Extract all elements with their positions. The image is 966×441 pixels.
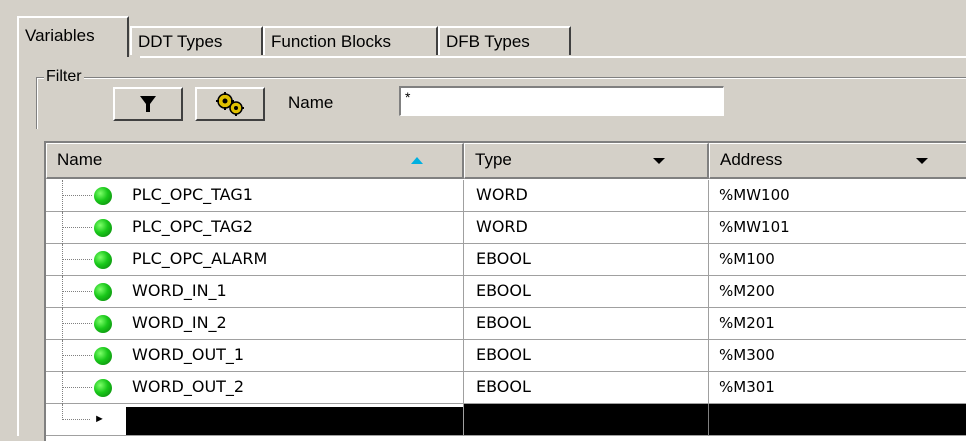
window-top-border [0, 0, 966, 6]
variable-name: PLC_OPC_TAG2 [132, 217, 253, 236]
table-row[interactable]: WORD_OUT_2 EBOOL %M301 [46, 372, 966, 404]
tree-line [62, 372, 63, 404]
cell-type[interactable]: EBOOL [464, 276, 709, 308]
tree-line [62, 323, 92, 324]
table-row[interactable]: PLC_OPC_TAG2 WORD %MW101 [46, 212, 966, 244]
tree-line [62, 355, 92, 356]
cell-type[interactable]: EBOOL [464, 244, 709, 276]
cell-name[interactable]: PLC_OPC_TAG1 [46, 180, 464, 212]
status-ok-icon [94, 379, 112, 397]
tree-line [62, 227, 92, 228]
variable-name: WORD_OUT_2 [132, 377, 245, 396]
table-row[interactable]: WORD_OUT_1 EBOOL %M300 [46, 340, 966, 372]
tree-line [62, 244, 63, 276]
new-cell-name[interactable]: ► [46, 404, 464, 436]
cell-address[interactable]: %M201 [709, 308, 966, 340]
cell-address[interactable]: %MW101 [709, 212, 966, 244]
sort-ascending-icon [411, 157, 423, 164]
cell-name[interactable]: PLC_OPC_ALARM [46, 244, 464, 276]
tab-panel-left-edge [17, 56, 19, 436]
new-name-editor[interactable] [126, 407, 463, 435]
funnel-icon [140, 96, 156, 112]
variable-name: WORD_IN_2 [132, 313, 227, 332]
tree-line [62, 308, 63, 340]
table-row[interactable]: PLC_OPC_TAG1 WORD %MW100 [46, 180, 966, 212]
tree-line [62, 180, 63, 212]
cell-name[interactable]: WORD_IN_1 [46, 276, 464, 308]
tree-line [62, 212, 63, 244]
cell-address[interactable]: %M300 [709, 340, 966, 372]
cell-name[interactable]: PLC_OPC_TAG2 [46, 212, 464, 244]
cell-type[interactable]: EBOOL [464, 372, 709, 404]
dropdown-arrow-icon[interactable] [915, 157, 929, 165]
cell-address[interactable]: %M100 [709, 244, 966, 276]
new-variable-row[interactable]: ► [46, 404, 966, 436]
cell-name[interactable]: WORD_OUT_2 [46, 372, 464, 404]
tree-line [62, 340, 63, 372]
variable-name: PLC_OPC_ALARM [132, 249, 268, 268]
tree-line [62, 259, 92, 260]
cell-type[interactable]: EBOOL [464, 308, 709, 340]
new-cell-type[interactable] [464, 404, 709, 436]
name-filter-label: Name [288, 93, 334, 112]
tree-line [62, 419, 90, 420]
tree-line [62, 291, 92, 292]
cell-address[interactable]: %M301 [709, 372, 966, 404]
cell-type[interactable]: EBOOL [464, 340, 709, 372]
status-ok-icon [94, 219, 112, 237]
status-ok-icon [94, 283, 112, 301]
variable-name: WORD_OUT_1 [132, 345, 245, 364]
status-ok-icon [94, 315, 112, 333]
variable-name: PLC_OPC_TAG1 [132, 185, 253, 204]
tab-dfb-types[interactable]: DFB Types [438, 26, 571, 55]
tree-line [62, 195, 92, 196]
tab-variables[interactable]: Variables [17, 16, 129, 57]
gear-icon [216, 92, 244, 116]
cell-type[interactable]: WORD [464, 180, 709, 212]
row-pointer-icon: ► [94, 413, 105, 425]
table-row[interactable]: WORD_IN_1 EBOOL %M200 [46, 276, 966, 308]
apply-filter-button[interactable] [113, 87, 183, 121]
tree-line [62, 387, 92, 388]
column-header-type[interactable]: Type [464, 143, 709, 179]
status-ok-icon [94, 251, 112, 269]
tab-function-blocks[interactable]: Function Blocks [263, 26, 438, 55]
tab-panel-edge [140, 56, 966, 58]
cell-address[interactable]: %M200 [709, 276, 966, 308]
tab-ddt-types[interactable]: DDT Types [130, 26, 263, 55]
name-filter-input[interactable] [399, 86, 724, 116]
dropdown-arrow-icon[interactable] [652, 157, 666, 165]
new-cell-address[interactable] [709, 404, 966, 436]
variable-name: WORD_IN_1 [132, 281, 227, 300]
status-ok-icon [94, 347, 112, 365]
table-row[interactable]: WORD_IN_2 EBOOL %M201 [46, 308, 966, 340]
table-row[interactable]: PLC_OPC_ALARM EBOOL %M100 [46, 244, 966, 276]
tree-line [62, 276, 63, 308]
tree-line [62, 404, 63, 420]
column-header-name[interactable]: Name [46, 143, 464, 179]
cell-name[interactable]: WORD_IN_2 [46, 308, 464, 340]
cell-type[interactable]: WORD [464, 212, 709, 244]
cell-name[interactable]: WORD_OUT_1 [46, 340, 464, 372]
filter-settings-button[interactable] [195, 87, 265, 121]
column-header-address[interactable]: Address [709, 143, 966, 179]
filter-legend: Filter [44, 67, 84, 87]
status-ok-icon [94, 187, 112, 205]
cell-address[interactable]: %MW100 [709, 180, 966, 212]
